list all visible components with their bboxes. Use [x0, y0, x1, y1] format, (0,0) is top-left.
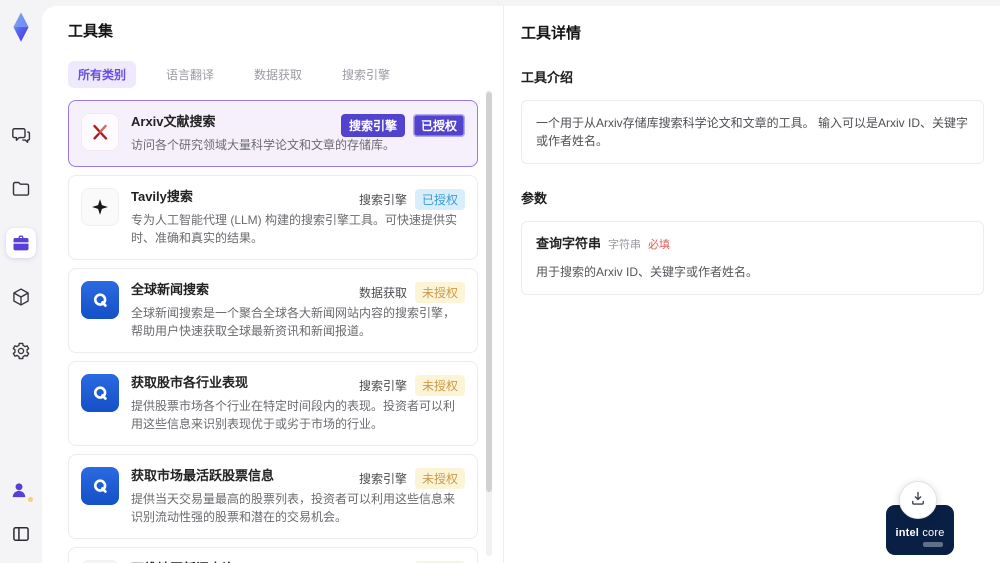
detail-title: 工具详情	[521, 25, 582, 42]
sidebar-nav	[6, 120, 36, 366]
scrollbar-thumb[interactable]	[486, 92, 492, 492]
news-blue-icon	[81, 467, 119, 505]
content-area: 工具集 所有类别 语言翻译 数据获取 搜索引擎 Arxiv文献搜索 访问各个研究领域大…	[42, 6, 1000, 563]
download-button[interactable]	[899, 481, 937, 519]
app-window: 工具集 所有类别 语言翻译 数据获取 搜索引擎 Arxiv文献搜索 访问各个研究领域大…	[0, 0, 1000, 563]
tab-1[interactable]: 语言翻译	[156, 61, 224, 88]
tool-list-item[interactable]: 获取市场最活跃股票信息 提供当天交易量最高的股票列表，投资者可以利用这些信息来识…	[68, 454, 478, 539]
tool-category-badge: 搜索引擎	[340, 114, 405, 137]
cube-icon[interactable]	[6, 282, 36, 312]
tool-category-badge: 搜索引擎	[358, 193, 407, 207]
download-icon	[909, 489, 927, 512]
category-tabs: 所有类别 语言翻译 数据获取 搜索引擎	[68, 61, 503, 88]
tool-list-item[interactable]: 全球新闻搜索 全球新闻搜索是一个聚合全球各大新闻网站内容的搜索引擎，帮助用户快速…	[68, 268, 478, 353]
tool-auth-badge: 未授权	[414, 282, 465, 303]
param-name: 查询字符串	[536, 236, 602, 251]
tool-category-badge: 数据获取	[358, 286, 407, 300]
tool-list-pane: 工具集 所有类别 语言翻译 数据获取 搜索引擎 Arxiv文献搜索 访问各个研究领域大…	[42, 6, 503, 563]
tool-auth-badge: 未授权	[414, 375, 465, 396]
param-desc: 用于搜索的Arxiv ID、关键字或作者姓名。	[536, 265, 759, 279]
tool-list: Arxiv文献搜索 访问各个研究领域大量科学论文和文章的存储库。 搜索引擎 已授…	[68, 100, 478, 563]
params-heading: 参数	[521, 191, 548, 206]
tool-description: 提供当天交易量最高的股票列表，投资者可以利用这些信息来识别流动性强的股票和潜在的…	[131, 492, 456, 524]
tab-2[interactable]: 数据获取	[244, 61, 312, 88]
tool-list-item[interactable]: 万维地区新闻查询 查询具体行政区划内的新闻，快速了解各地新闻动 搜索引擎 未授权	[68, 547, 478, 563]
intel-sub-mark	[923, 542, 943, 547]
avatar-status-dot	[27, 496, 34, 503]
arxiv-icon	[81, 113, 119, 151]
panel-toggle-icon[interactable]	[6, 519, 36, 549]
param-type: 字符串	[608, 239, 642, 251]
tool-list-item[interactable]: Tavily搜索 专为人工智能代理 (LLM) 构建的搜索引擎工具。可快速提供实…	[68, 175, 478, 260]
tool-list-item[interactable]: 获取股市各行业表现 提供股票市场各个行业在特定时间段内的表现。投资者可以利用这些…	[68, 361, 478, 446]
tool-category-badge: 搜索引擎	[358, 472, 407, 486]
page-title: 工具集	[68, 23, 114, 40]
app-logo	[7, 12, 35, 42]
tool-description: 提供股票市场各个行业在特定时间段内的表现。投资者可以利用这些信息来识别表现优于或…	[131, 399, 456, 431]
tool-description: 专为人工智能代理 (LLM) 构建的搜索引擎工具。可快速提供实时、准确和真实的结…	[131, 213, 458, 245]
tavily-icon	[81, 188, 119, 226]
tool-category-badge: 搜索引擎	[358, 379, 407, 393]
tool-auth-badge: 未授权	[414, 468, 465, 489]
gear-icon[interactable]	[6, 336, 36, 366]
intro-text: 一个用于从Arxiv存储库搜索科学论文和文章的工具。 输入可以是Arxiv ID…	[536, 116, 969, 148]
tool-list-item[interactable]: Arxiv文献搜索 访问各个研究领域大量科学论文和文章的存储库。 搜索引擎 已授…	[68, 100, 478, 167]
param-required-badge: 必填	[648, 239, 671, 251]
intel-core-label: intel core	[895, 527, 945, 539]
tool-description: 全球新闻搜索是一个聚合全球各大新闻网站内容的搜索引擎，帮助用户快速获取全球最新资…	[131, 306, 456, 338]
tool-detail-pane: 工具详情 工具介绍 一个用于从Arxiv存储库搜索科学论文和文章的工具。 输入可…	[503, 6, 1000, 563]
scrollbar[interactable]	[486, 90, 492, 556]
user-icon[interactable]	[6, 477, 36, 507]
tool-description: 访问各个研究领域大量科学论文和文章的存储库。	[131, 138, 396, 152]
chat-icon[interactable]	[6, 120, 36, 150]
sidebar-bottom	[6, 477, 36, 549]
tab-3[interactable]: 搜索引擎	[332, 61, 400, 88]
news-blue-icon	[81, 374, 119, 412]
tab-0[interactable]: 所有类别	[68, 61, 137, 88]
tool-auth-badge: 已授权	[412, 114, 465, 137]
tool-auth-badge: 已授权	[414, 189, 465, 210]
briefcase-icon[interactable]	[6, 228, 36, 258]
folder-icon[interactable]	[6, 174, 36, 204]
intro-heading: 工具介绍	[521, 70, 574, 85]
param-card: 查询字符串 字符串 必填 用于搜索的Arxiv ID、关键字或作者姓名。	[521, 221, 984, 295]
news-blue-icon	[81, 281, 119, 319]
intro-card: 一个用于从Arxiv存储库搜索科学论文和文章的工具。 输入可以是Arxiv ID…	[521, 100, 984, 164]
sidebar	[0, 0, 42, 563]
